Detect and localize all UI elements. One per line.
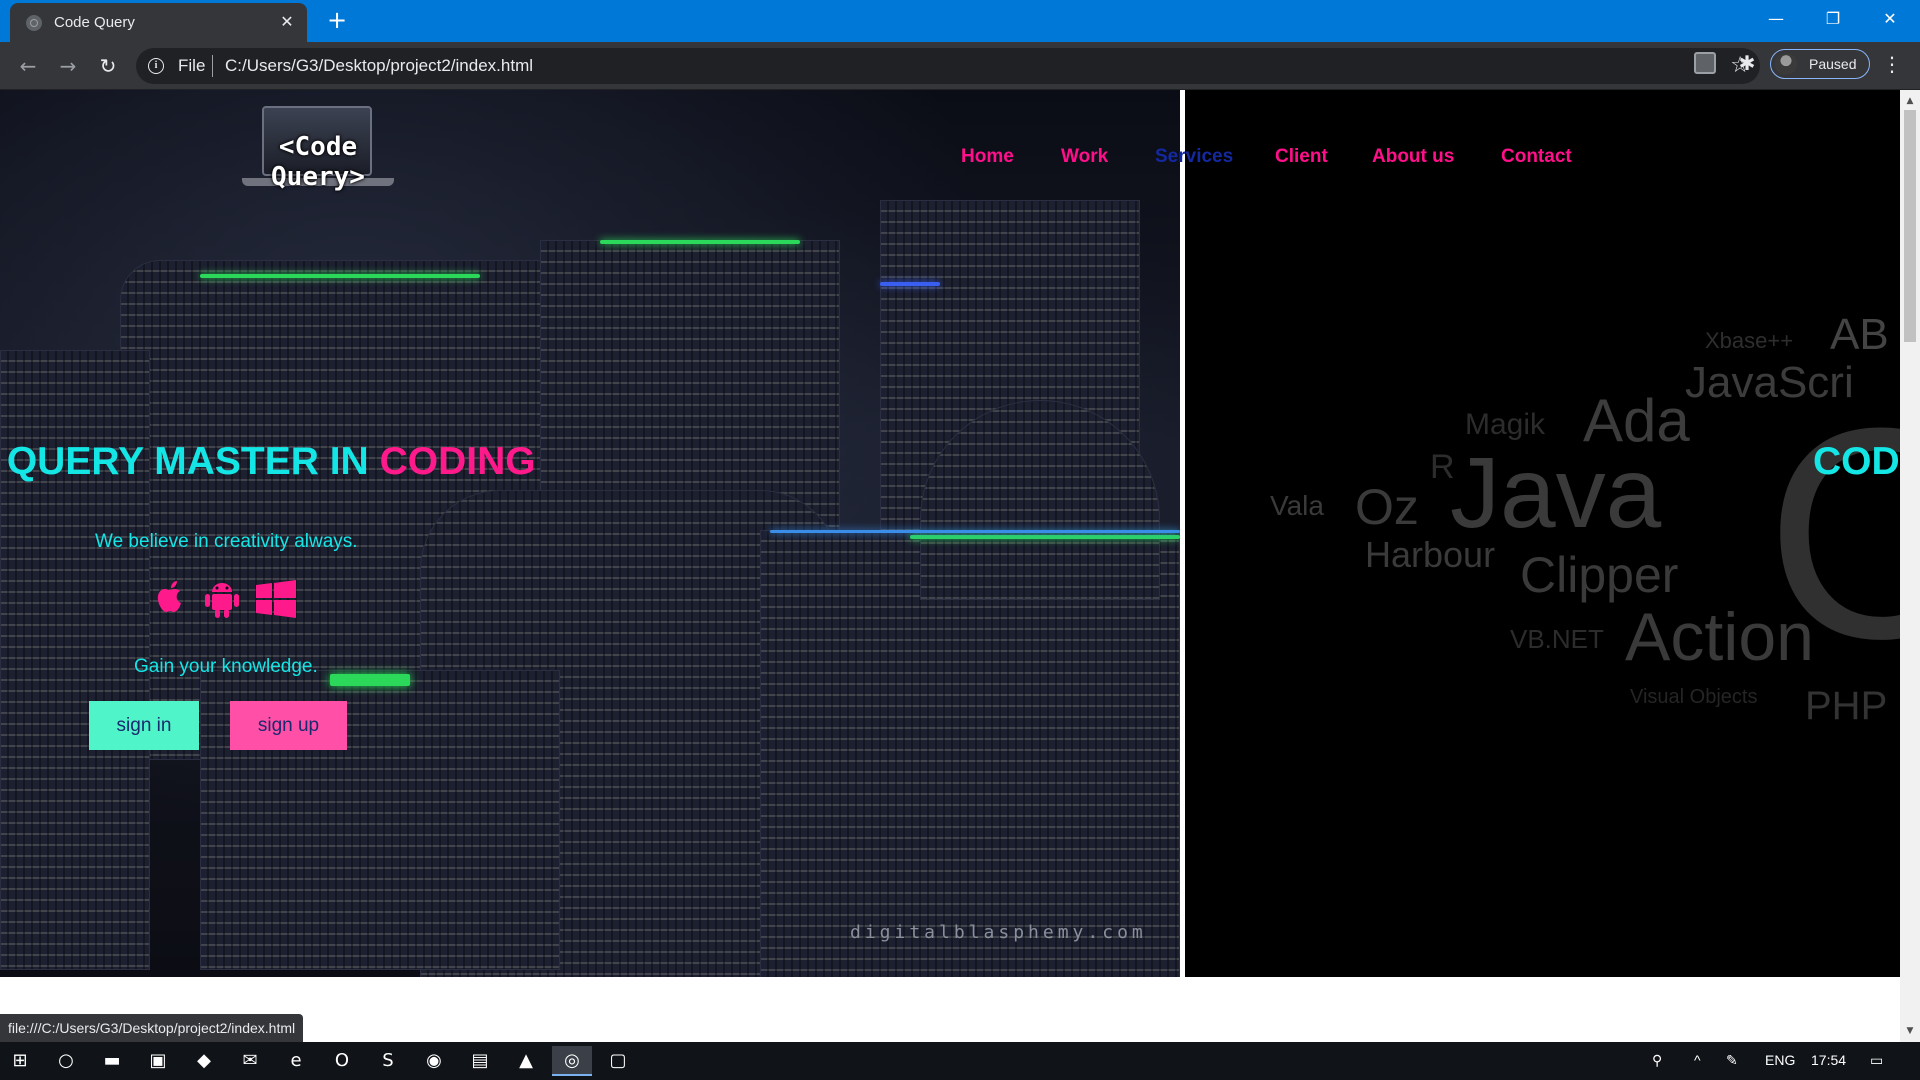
avatar <box>1775 53 1797 75</box>
close-tab-icon[interactable]: ✕ <box>277 12 297 32</box>
restore-button[interactable]: ❐ <box>1805 0 1861 40</box>
store-icon[interactable]: ▣ <box>138 1046 178 1076</box>
neon-strip <box>330 674 410 686</box>
word-cloud-panel: AB Xbase++ JavaScri Magik Ada R Java Val… <box>1185 90 1900 977</box>
neon-strip <box>200 274 480 278</box>
word-cloud-word: Harbour <box>1365 534 1496 575</box>
nav-contact[interactable]: Contact <box>1501 146 1572 168</box>
word-cloud-word: Vala <box>1270 490 1324 521</box>
hero-subtext: Gain your knowledge. <box>134 656 318 677</box>
site-logo[interactable]: <Code Query> <box>238 106 398 206</box>
language-indicator[interactable]: ENG <box>1765 1052 1795 1068</box>
neon-strip <box>770 530 1180 533</box>
word-cloud-word: Oz <box>1355 479 1419 535</box>
forward-button[interactable]: → <box>54 52 82 80</box>
word-cloud-word: VB.NET <box>1510 624 1604 654</box>
photos-icon[interactable]: ▲ <box>506 1046 546 1076</box>
hero-headline: E QUERY MASTER IN CODING <box>0 440 536 484</box>
logo-text: <Code Query> <box>271 132 365 192</box>
opera-icon[interactable]: O <box>322 1046 362 1076</box>
page-scrollbar[interactable]: ▲ ▼ <box>1900 90 1920 1042</box>
windows-start-icon[interactable]: ⊞ <box>0 1046 40 1076</box>
nav-about-us[interactable]: About us <box>1372 146 1454 168</box>
url-text[interactable]: C:/Users/G3/Desktop/project2/index.html <box>225 56 533 76</box>
more-menu-icon[interactable]: ⋮ <box>1882 52 1902 76</box>
puzzle-icon[interactable]: ✱ <box>1736 52 1758 74</box>
profile-button[interactable]: Paused <box>1770 49 1870 79</box>
clock[interactable]: 17:54 <box>1811 1052 1846 1068</box>
sign-in-button[interactable]: sign in <box>89 701 199 750</box>
notepad-icon[interactable]: ▤ <box>460 1046 500 1076</box>
neon-strip <box>880 282 940 286</box>
word-cloud-word: C <box>1765 365 1900 701</box>
info-icon[interactable]: i <box>148 58 164 74</box>
mail-icon[interactable]: ✉ <box>230 1046 270 1076</box>
tab-title: Code Query <box>54 14 135 31</box>
sign-up-button[interactable]: sign up <box>230 701 347 750</box>
chevron-up-icon[interactable]: ^ <box>1694 1052 1701 1068</box>
edge-icon[interactable]: e <box>276 1046 316 1076</box>
nav-work[interactable]: Work <box>1061 146 1108 168</box>
sublime-icon[interactable]: S <box>368 1046 408 1076</box>
apple-icon <box>157 581 181 612</box>
hero-tagline: We believe in creativity always. <box>95 531 358 552</box>
watermark: digitalblasphemy.com <box>850 922 1147 943</box>
cortana-icon[interactable]: ○ <box>46 1046 86 1076</box>
page-viewport: digitalblasphemy.com AB Xbase++ JavaScri… <box>0 90 1900 1042</box>
browser-tab[interactable]: Code Query ✕ <box>10 3 307 42</box>
neon-strip <box>910 535 1180 539</box>
file-explorer-icon[interactable]: ▬ <box>92 1046 132 1076</box>
globe-icon <box>26 15 42 31</box>
notifications-icon[interactable]: ▭ <box>1870 1052 1883 1069</box>
back-button[interactable]: ← <box>14 52 42 80</box>
neon-strip <box>600 240 800 244</box>
windows-taskbar: ⊞ ○ ▬ ▣ ◆ ✉ e O S ◉ ▤ ▲ ◎ ▢ ⚲ ^ ✎ ENG 17… <box>0 1042 1920 1080</box>
word-cloud-word: AB <box>1830 310 1889 359</box>
url-separator <box>212 55 213 77</box>
app-window-icon[interactable]: ▢ <box>598 1046 638 1076</box>
close-window-button[interactable]: ✕ <box>1862 0 1918 40</box>
headline-pink-text: CODING <box>379 440 536 483</box>
hero-headline-copy: COD <box>1813 440 1900 483</box>
people-icon[interactable]: ⚲ <box>1652 1052 1662 1069</box>
app-icon[interactable]: ◆ <box>184 1046 224 1076</box>
pen-icon[interactable]: ✎ <box>1726 1052 1738 1069</box>
word-cloud-word: Visual Objects <box>1630 686 1758 708</box>
headline-cyan-text: E QUERY MASTER IN <box>0 440 380 483</box>
nav-home[interactable]: Home <box>961 146 1014 168</box>
word-cloud-word: Xbase++ <box>1705 328 1794 353</box>
nav-client[interactable]: Client <box>1275 146 1328 168</box>
chrome-icon[interactable]: ◎ <box>552 1046 592 1076</box>
scroll-down-icon[interactable]: ▼ <box>1900 1024 1920 1038</box>
scroll-up-icon[interactable]: ▲ <box>1900 94 1920 108</box>
minimize-button[interactable]: — <box>1748 0 1804 40</box>
address-bar[interactable]: i File C:/Users/G3/Desktop/project2/inde… <box>136 48 1760 84</box>
windows-icon <box>256 580 296 618</box>
scroll-thumb[interactable] <box>1904 110 1916 342</box>
profile-label: Paused <box>1809 56 1857 72</box>
word-cloud-word: Clipper <box>1520 547 1679 603</box>
reload-button[interactable]: ↻ <box>94 52 122 80</box>
discord-icon[interactable]: ◉ <box>414 1046 454 1076</box>
android-icon <box>205 583 239 618</box>
new-tab-button[interactable]: + <box>324 8 350 34</box>
browser-tab-bar: Code Query ✕ + — ❐ ✕ <box>0 0 1920 42</box>
url-scheme-label: File <box>178 56 206 75</box>
nav-services[interactable]: Services <box>1155 146 1233 168</box>
browser-toolbar: ← → ↻ i File C:/Users/G3/Desktop/project… <box>0 42 1920 90</box>
extension-icon[interactable] <box>1694 52 1716 74</box>
status-bubble: file:///C:/Users/G3/Desktop/project2/ind… <box>0 1014 304 1042</box>
